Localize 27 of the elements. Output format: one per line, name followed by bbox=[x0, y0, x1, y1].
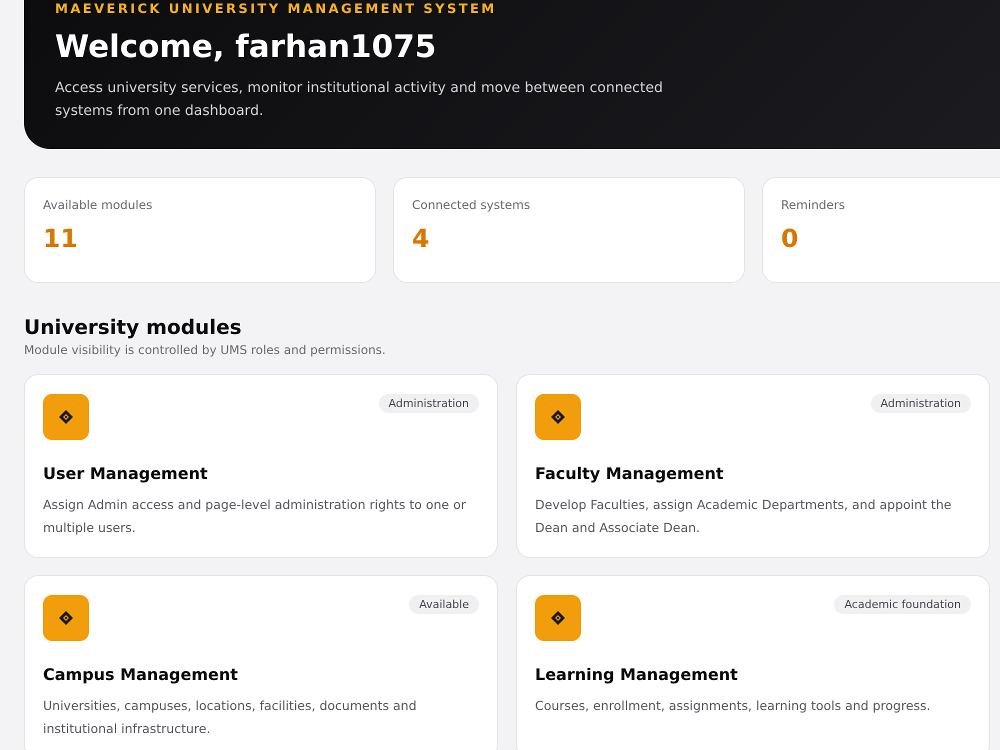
category-tag: Administration bbox=[870, 394, 971, 413]
module-title: User Management bbox=[43, 464, 209, 483]
module-description: Universities, campuses, locations, facilities, documents and institutional infrastructure. bbox=[43, 697, 418, 738]
stat-label: Connected systems bbox=[412, 198, 532, 212]
module-card[interactable]: Administration Faculty Management Develop Faculties, assign Academic Departments, and appoint the Dean and Associate Dean. bbox=[516, 374, 990, 558]
module-title: Faculty Management bbox=[535, 464, 725, 483]
section-subtitle: Module visibility is controlled by UMS roles and permissions. bbox=[24, 343, 387, 357]
stat-label: Available modules bbox=[43, 198, 154, 212]
module-card[interactable]: Available Campus Management Universities, campuses, locations, facilities, documents and institutional infrastructure. bbox=[24, 575, 498, 750]
stat-value: 4 bbox=[412, 224, 430, 253]
module-title: Campus Management bbox=[43, 665, 239, 684]
section-title: University modules bbox=[24, 315, 243, 339]
module-description: Courses, enrollment, assignments, learning tools and progress. bbox=[535, 697, 932, 715]
stat-label: Reminders bbox=[781, 198, 846, 212]
stat-value: 0 bbox=[781, 224, 800, 253]
module-card[interactable]: Administration User Management Assign Admin access and page-level administration rights to one or multiple users. bbox=[24, 374, 498, 558]
welcome-text: Access university services, monitor institutional activity and move between connected systems from one dashboard. bbox=[55, 79, 664, 121]
module-description: Develop Faculties, assign Academic Departments, and appoint the Dean and Associate Dean. bbox=[535, 496, 952, 537]
stat-value: 11 bbox=[43, 224, 79, 253]
module-description: Assign Admin access and page-level administration rights to one or multiple users. bbox=[43, 496, 467, 537]
welcome-title: Welcome, farhan1075 bbox=[55, 29, 438, 65]
category-tag: Academic foundation bbox=[834, 595, 971, 614]
category-tag: Available bbox=[409, 595, 479, 614]
module-card[interactable]: Academic foundation Learning Management Courses, enrollment, assignments, learning tools and progress. bbox=[516, 575, 990, 750]
module-title: Learning Management bbox=[535, 665, 739, 684]
system-name: MAEVERICK UNIVERSITY MANAGEMENT SYSTEM bbox=[55, 2, 498, 17]
category-tag: Administration bbox=[378, 394, 479, 413]
